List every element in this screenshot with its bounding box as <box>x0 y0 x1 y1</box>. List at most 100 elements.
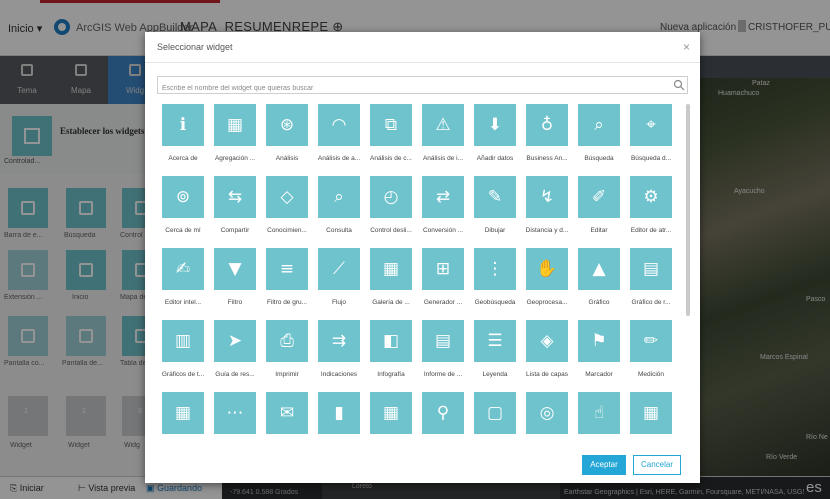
widget-option-label: Geoprocesa... <box>526 299 568 306</box>
widget-option[interactable]: ▲ Gráfico <box>573 248 625 320</box>
widget-option[interactable]: ✉Notificación <box>261 392 313 438</box>
widget-option[interactable]: ◇ Conocimien... <box>261 176 313 248</box>
widget-option-icon: ☰ <box>487 331 503 351</box>
widget-option-icon: ♁ <box>540 115 554 135</box>
widget-option[interactable]: ◎Selección <box>521 392 573 438</box>
widget-option-label: Añadir datos <box>476 155 514 162</box>
widget-option-icon: ⇉ <box>331 331 347 351</box>
widget-option-label: Cerca de mí <box>165 227 201 234</box>
widget-option[interactable]: ➤ Guía de res... <box>209 320 261 392</box>
widget-option[interactable]: ⚠ Análisis de i... <box>417 104 469 176</box>
widget-option-icon: ▤ <box>642 259 660 279</box>
widget-option[interactable]: ⋮ Geobúsqueda <box>469 248 521 320</box>
widget-option[interactable]: ⌕ Búsqueda <box>573 104 625 176</box>
widget-option-tile: ℹ <box>162 104 204 146</box>
widget-option-tile: ⧉ <box>370 104 412 146</box>
widget-option[interactable]: ✋ Geoprocesa... <box>521 248 573 320</box>
widget-option-tile: ⚲ <box>422 392 464 434</box>
widget-option-label: Informe de ... <box>423 371 463 378</box>
widget-option-icon: ✉ <box>279 403 295 423</box>
accept-button[interactable]: Aceptar <box>582 455 626 475</box>
widget-option-icon: ⊞ <box>435 259 451 279</box>
widget-option[interactable]: ⋯Modelador... <box>209 392 261 438</box>
widget-option[interactable]: ✏ Medición <box>625 320 677 392</box>
scrollbar[interactable] <box>685 104 691 438</box>
widget-option-icon: ⌕ <box>594 115 604 135</box>
widget-option[interactable]: ▮Panel de Re... <box>313 392 365 438</box>
widget-option[interactable]: ✍ Editor intel... <box>157 248 209 320</box>
widget-option-tile: ⇉ <box>318 320 360 362</box>
widget-option[interactable]: ↯ Distancia y d... <box>521 176 573 248</box>
widget-option[interactable]: ⧉ Análisis de c... <box>365 104 417 176</box>
widget-option-icon: ⚑ <box>591 331 607 351</box>
widget-option-label: Acerca de <box>168 155 198 162</box>
widget-option[interactable]: ▤ Gráfico de r... <box>625 248 677 320</box>
widget-option-icon: ⎙ <box>280 331 294 351</box>
widget-option-icon: ▦ <box>174 403 192 423</box>
close-icon[interactable]: × <box>683 40 690 54</box>
widget-option[interactable]: ▥ Gráficos de t... <box>157 320 209 392</box>
widget-option-label: Leyenda <box>482 371 508 378</box>
widget-option-label: Editor de atr... <box>630 227 672 234</box>
widget-option-tile: ▦ <box>370 248 412 290</box>
widget-option-icon: ▦ <box>382 259 400 279</box>
widget-option-tile: ▢ <box>474 392 516 434</box>
widget-option-icon: ✋ <box>536 259 558 279</box>
widget-option-label: Geobúsqueda <box>474 299 516 306</box>
widget-option[interactable]: ⌖ Búsqueda d... <box>625 104 677 176</box>
widget-option[interactable]: ≡ Filtro de gru... <box>261 248 313 320</box>
widget-option[interactable]: ⇉ Indicaciones <box>313 320 365 392</box>
widget-option[interactable]: ℹ Acerca de <box>157 104 209 176</box>
widget-option[interactable]: ◴ Control desli... <box>365 176 417 248</box>
widget-option-label: Distancia y d... <box>525 227 569 234</box>
widget-option-icon: ▥ <box>174 331 192 351</box>
widget-option[interactable]: ⊛ Análisis <box>261 104 313 176</box>
widget-option-tile: ♁ <box>526 104 568 146</box>
widget-option-tile: ➤ <box>214 320 256 362</box>
widget-option-icon: ▦ <box>382 403 400 423</box>
widget-option-label: Gráfico de r... <box>631 299 671 306</box>
cancel-button[interactable]: Cancelar <box>633 455 681 475</box>
search-icon[interactable] <box>673 79 685 91</box>
widget-option[interactable]: ▦Suscripción... <box>625 392 677 438</box>
widget-option-label: Editor intel... <box>164 299 202 306</box>
widget-option-tile: ⬇ <box>474 104 516 146</box>
widget-option[interactable]: ⬇ Añadir datos <box>469 104 521 176</box>
widget-option-tile: ✎ <box>474 176 516 218</box>
widget-option[interactable]: ▦Medición de... <box>157 392 209 438</box>
widget-option[interactable]: ▦ Agregación ... <box>209 104 261 176</box>
widget-option-tile: ⊞ <box>422 248 464 290</box>
widget-option-tile: ⊚ <box>162 176 204 218</box>
widget-option[interactable]: ☝Seleccionar... <box>573 392 625 438</box>
widget-option[interactable]: ▼ Filtro <box>209 248 261 320</box>
widget-option[interactable]: ▦ Galería de ... <box>365 248 417 320</box>
widget-option[interactable]: ✎ Dibujar <box>469 176 521 248</box>
widget-option[interactable]: ⇄ Conversión ... <box>417 176 469 248</box>
widget-option[interactable]: ◈ Lista de capas <box>521 320 573 392</box>
widget-option[interactable]: ✐ Editar <box>573 176 625 248</box>
widget-option-label: Medición <box>637 371 664 378</box>
widget-option[interactable]: ⊞ Generador ... <box>417 248 469 320</box>
widget-option[interactable]: ◧ Infografía <box>365 320 417 392</box>
widget-option-tile: ✏ <box>630 320 672 362</box>
widget-option-tile: ◴ <box>370 176 412 218</box>
widget-option[interactable]: ▢Seguimiento... <box>469 392 521 438</box>
widget-option[interactable]: ☰ Leyenda <box>469 320 521 392</box>
widget-option[interactable]: ⊚ Cerca de mí <box>157 176 209 248</box>
widget-option-icon: ◴ <box>383 187 399 207</box>
widget-option[interactable]: ▤ Informe de ... <box>417 320 469 392</box>
widget-option[interactable]: ⌕ Consulta <box>313 176 365 248</box>
widget-option[interactable]: ⟋ Flujo <box>313 248 365 320</box>
widget-option[interactable]: ⚑ Marcador <box>573 320 625 392</box>
scrollbar-thumb[interactable] <box>686 104 690 316</box>
widget-option[interactable]: ⇆ Compartir <box>209 176 261 248</box>
widget-option[interactable]: ▦Resumen <box>365 392 417 438</box>
widget-option-tile: ▦ <box>162 392 204 434</box>
widget-option[interactable]: ⚙ Editor de atr... <box>625 176 677 248</box>
widget-option[interactable]: ⎙ Imprimir <box>261 320 313 392</box>
widget-option-label: Gráfico <box>588 299 610 306</box>
widget-option[interactable]: ◠ Análisis de a... <box>313 104 365 176</box>
search-input[interactable] <box>158 80 658 97</box>
widget-option[interactable]: ♁ Business An... <box>521 104 573 176</box>
widget-option[interactable]: ⚲Resumen de... <box>417 392 469 438</box>
